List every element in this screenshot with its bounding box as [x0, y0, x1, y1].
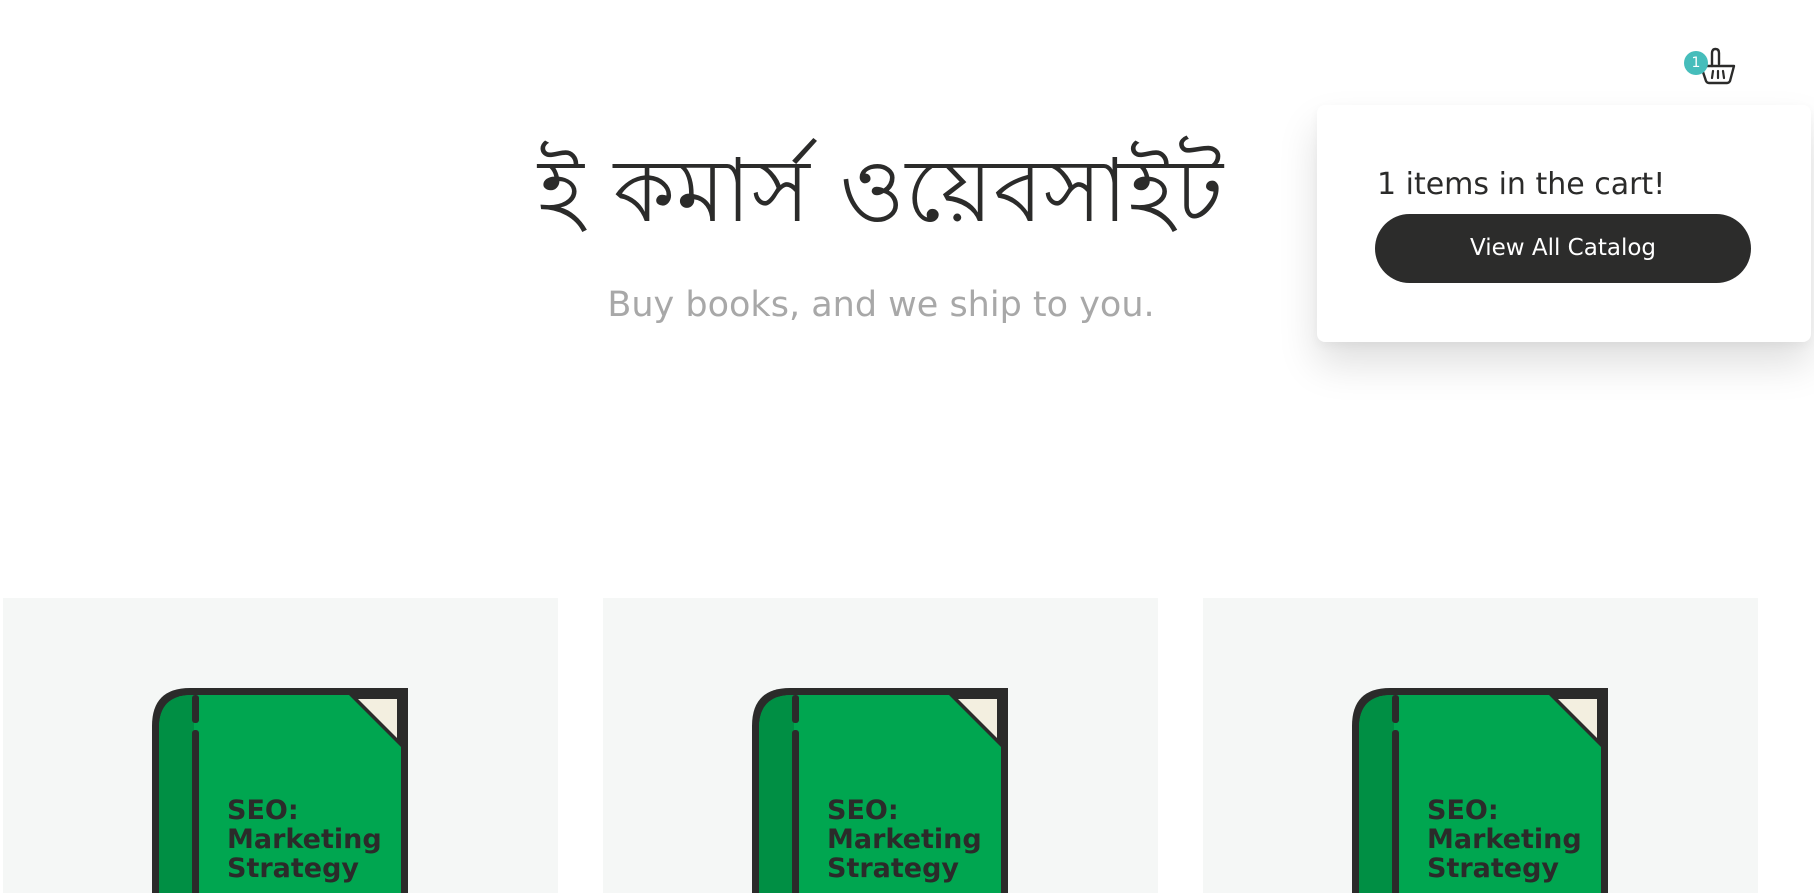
book-title-line: SEO: — [227, 795, 299, 826]
cart-count-badge: 1 — [1684, 51, 1708, 75]
book-title-line: Marketing — [827, 824, 982, 855]
book-title: SEO: Marketing Strategy — [1427, 796, 1582, 883]
book-title: SEO: Marketing Strategy — [227, 796, 382, 883]
book-title-line: Marketing — [1427, 824, 1582, 855]
book-title-line: Strategy — [827, 853, 960, 884]
product-card[interactable]: SEO: Marketing Strategy — [1203, 598, 1758, 893]
product-grid: SEO: Marketing Strategy SEO: Marketing S… — [0, 598, 1814, 893]
cart-popover: 1 items in the cart! View All Catalog — [1317, 105, 1811, 342]
cart-message: 1 items in the cart! — [1377, 167, 1666, 202]
product-card[interactable]: SEO: Marketing Strategy — [3, 598, 558, 893]
book-title-line: SEO: — [1427, 795, 1499, 826]
book-title: SEO: Marketing Strategy — [827, 796, 982, 883]
book-title-line: Strategy — [227, 853, 360, 884]
book-title-line: Strategy — [1427, 853, 1560, 884]
page: ই কমার্স ওয়েবসাইট Buy books, and we shi… — [0, 0, 1814, 893]
book-title-line: Marketing — [227, 824, 382, 855]
book-title-line: SEO: — [827, 795, 899, 826]
product-card[interactable]: SEO: Marketing Strategy — [603, 598, 1158, 893]
view-all-catalog-button[interactable]: View All Catalog — [1375, 214, 1751, 283]
cart-button[interactable]: 1 — [1684, 46, 1740, 90]
